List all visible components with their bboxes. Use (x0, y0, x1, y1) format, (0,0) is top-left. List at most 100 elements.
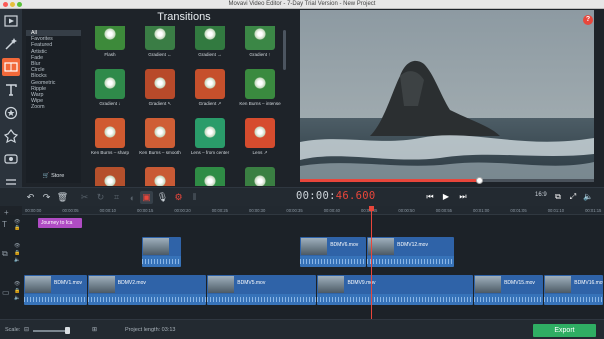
eye-icon[interactable]: 👁 (14, 243, 20, 249)
transition-preview-image (145, 69, 175, 99)
transition-thumbnail[interactable]: Ken Burns – sharp (88, 118, 132, 155)
lock-icon[interactable]: 🔒 (14, 225, 20, 231)
playhead[interactable] (371, 206, 372, 319)
video-clip[interactable]: BDMV16.mov (544, 275, 603, 305)
transition-preview-image (245, 26, 275, 50)
transition-thumbnail[interactable]: Ken Burns – smooth (138, 118, 182, 155)
transition-label: Gradient ← (148, 52, 172, 57)
transition-preview-image (95, 167, 125, 186)
audio-levels-button[interactable]: ⦀ (188, 191, 201, 204)
speaker-icon: 🔈 (583, 192, 593, 201)
skip-back-icon: ⏮ (426, 191, 434, 201)
clip-thumbnail (25, 276, 51, 293)
magic-wand-icon (5, 38, 17, 50)
eye-icon[interactable]: 👁 (14, 281, 20, 287)
mute-icon[interactable]: 🔈 (14, 257, 20, 263)
seekbar-handle[interactable] (476, 177, 484, 184)
transition-thumbnail[interactable] (238, 167, 282, 186)
scrollbar[interactable] (283, 30, 286, 70)
scale-slider-handle[interactable] (65, 327, 70, 334)
clip-thumbnail (143, 238, 170, 255)
video-clip[interactable]: BDMV2.mov (87, 275, 207, 305)
lock-icon[interactable]: 🔒 (14, 250, 20, 256)
import-button[interactable] (2, 12, 20, 30)
transition-thumbnail[interactable] (88, 167, 132, 186)
transition-thumbnail[interactable]: Gradient → (188, 26, 232, 57)
category-item[interactable]: Zoom (26, 104, 81, 110)
transition-thumbnail[interactable]: Ken Burns – intense (238, 69, 282, 106)
record-audio-button[interactable]: 🎙 (156, 191, 169, 204)
video-preview (300, 10, 594, 180)
transition-thumbnail[interactable]: Lens – from center (188, 118, 232, 155)
scale-slider[interactable] (33, 330, 67, 332)
transition-thumbnail[interactable]: Flash (88, 26, 132, 57)
transition-label: Gradient ↗ (198, 101, 222, 106)
trash-icon: 🗑 (56, 192, 69, 202)
title-clip[interactable]: Journey to Ica (38, 218, 82, 228)
zoom-in-icon[interactable]: ⊞ (92, 326, 97, 333)
export-button[interactable]: Export (533, 324, 596, 337)
ruler-tick-label: 00:00:10 (99, 208, 116, 213)
transition-thumbnail[interactable] (188, 167, 232, 186)
titles-button[interactable] (2, 81, 20, 99)
preview-seekbar[interactable] (300, 177, 594, 184)
transition-preview-image (245, 118, 275, 148)
help-button[interactable]: ? (583, 15, 593, 25)
play-button[interactable]: ▶ (439, 190, 453, 203)
video-clip[interactable]: BDMV9.mov (317, 275, 474, 305)
mute-icon[interactable]: 🔈 (14, 295, 20, 301)
stickers-button[interactable] (2, 104, 20, 122)
next-frame-button[interactable]: ⏭ (456, 190, 470, 203)
delete-button[interactable]: 🗑 (56, 191, 69, 204)
transition-thumbnail[interactable]: Gradient ↗ (188, 69, 232, 106)
video-clip[interactable]: BDMV1.mov (24, 275, 87, 305)
color-adjust-button[interactable]: ◐ (126, 191, 139, 204)
fullscreen-icon: ⤢ (569, 191, 577, 201)
transition-thumbnail[interactable] (138, 167, 182, 186)
window-title: Movavi Video Editor - 7-Day Trial Versio… (228, 1, 376, 7)
add-track-icon[interactable]: + (4, 208, 14, 218)
aspect-ratio-button[interactable]: 16:9 (535, 192, 547, 198)
transition-thumbnail[interactable]: Gradient ↓ (88, 69, 132, 106)
timeline-ruler[interactable]: 00:00:00 00:00:05 00:00:10 00:00:15 00:00:20… (22, 206, 604, 215)
main-track-icon: ▭ (2, 288, 10, 297)
volume-button[interactable]: 🔈 (581, 190, 595, 203)
video-clip[interactable]: BDMV6.mov (300, 237, 367, 267)
clip-properties-button[interactable]: ▣ (140, 191, 153, 204)
cut-button[interactable]: ✂ (78, 191, 91, 204)
crop-icon: ⌗ (113, 192, 120, 202)
transition-thumbnail[interactable]: Lens ↗ (238, 118, 282, 155)
stickers-icon (4, 106, 18, 120)
ruler-tick-label: 00:00:40 (323, 208, 340, 213)
transition-preview-image (145, 167, 175, 186)
transition-thumbnail[interactable]: Gradient ↖ (138, 69, 182, 106)
transition-thumbnail[interactable]: Gradient ← (138, 26, 182, 57)
media-button[interactable] (2, 150, 20, 168)
transition-label: Gradient ↖ (148, 101, 172, 106)
magic-enhance-button[interactable] (2, 35, 20, 53)
previous-frame-button[interactable]: ⏮ (423, 190, 437, 203)
popout-button[interactable]: ⧉ (551, 190, 565, 203)
store-button[interactable]: 🛒 Store (30, 172, 77, 181)
video-clip[interactable] (142, 237, 182, 267)
clip-thumbnail (88, 276, 115, 293)
undo-button[interactable]: ↶ (24, 191, 37, 204)
transitions-button[interactable] (2, 58, 20, 76)
transition-preview-image (245, 69, 275, 99)
transition-label: Gradient ↑ (249, 52, 271, 57)
crop-button[interactable]: ⌗ (110, 191, 123, 204)
video-clip[interactable]: BDMV5.mov (207, 275, 317, 305)
callouts-button[interactable] (2, 127, 20, 145)
settings-button[interactable]: ⚙ (172, 191, 185, 204)
zoom-out-icon[interactable]: ⊟ (24, 326, 29, 333)
transition-thumbnail[interactable]: Gradient ↑ (238, 26, 282, 57)
video-clip[interactable]: BDMV12.mov (367, 237, 454, 267)
redo-button[interactable]: ↷ (40, 191, 53, 204)
lock-icon[interactable]: 🔒 (14, 288, 20, 294)
rotate-button[interactable]: ↻ (94, 191, 107, 204)
video-clip[interactable]: BDMV15.mov (474, 275, 544, 305)
playhead-handle[interactable] (369, 206, 374, 211)
fullscreen-button[interactable]: ⤢ (566, 190, 580, 203)
footer-bar: Scale: ⊟ ⊞ Project length: 03:13 Export (0, 319, 604, 339)
left-toolbar (0, 9, 22, 201)
